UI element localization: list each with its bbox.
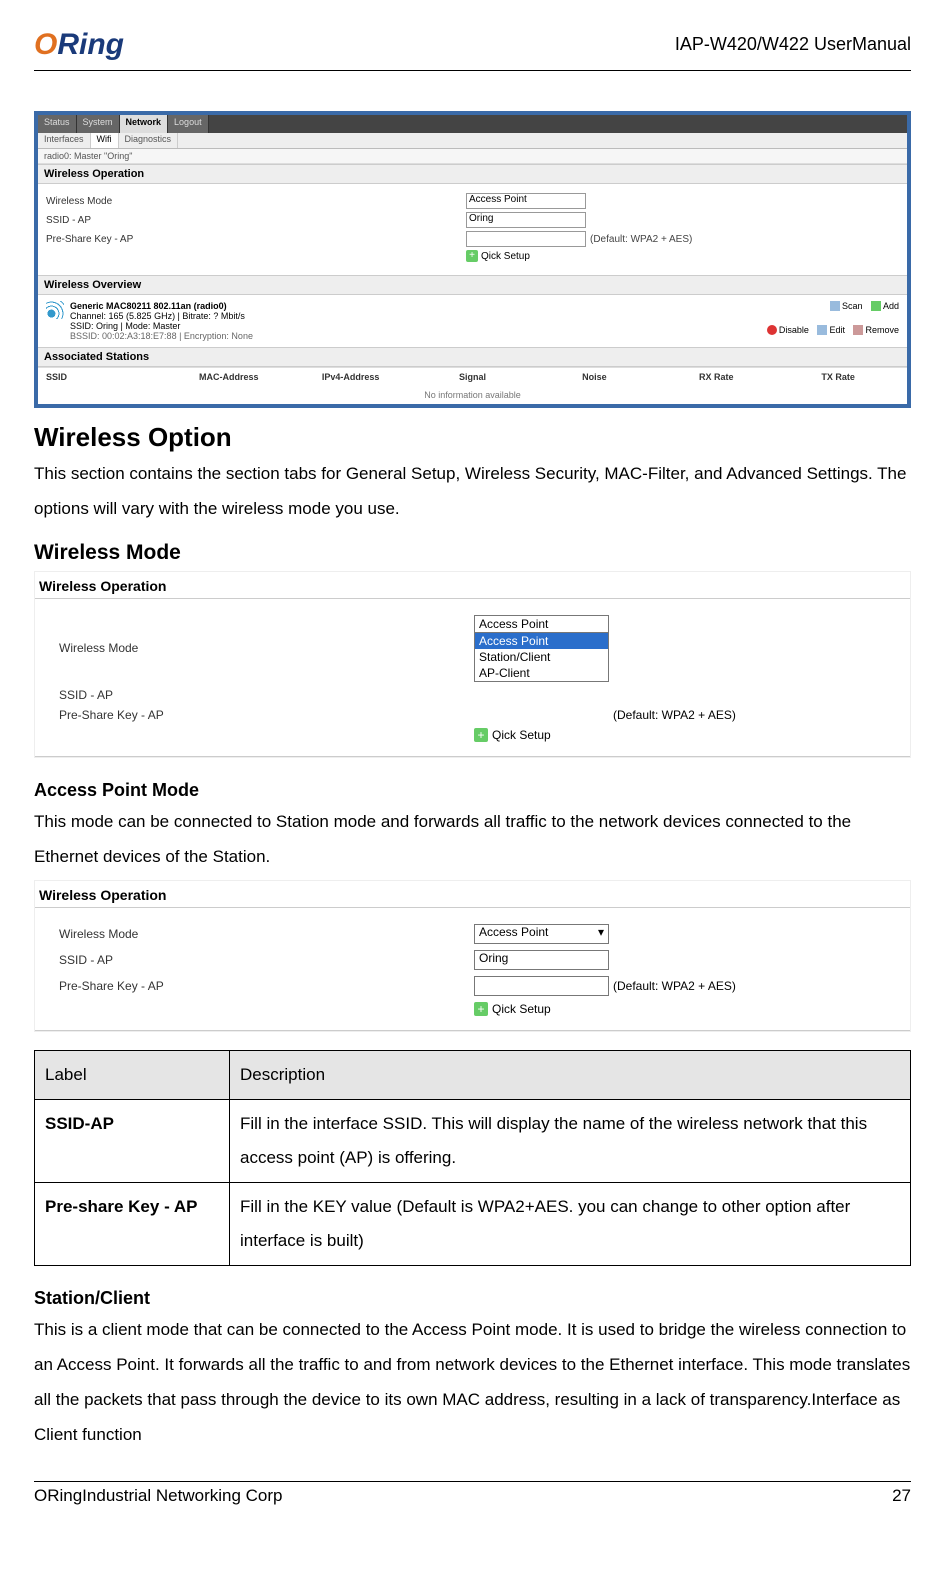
lbl-wireless-mode: Wireless Mode — [46, 196, 466, 207]
section-wireless-operation: Wireless Operation — [38, 164, 907, 184]
opt-ap-client[interactable]: AP-Client — [475, 665, 608, 681]
stations-table-header: SSID MAC-Address IPv4-Address Signal Noi… — [38, 367, 907, 386]
plus-icon: + — [466, 250, 478, 262]
cell-desc: Fill in the interface SSID. This will di… — [230, 1100, 911, 1183]
table-row: Pre-share Key - AP Fill in the KEY value… — [35, 1183, 911, 1266]
hint-psk: (Default: WPA2 + AES) — [613, 708, 736, 722]
chevron-down-icon: ▾ — [598, 925, 604, 939]
no-info-msg: No information available — [38, 386, 907, 404]
subtab-diagnostics[interactable]: Diagnostics — [119, 133, 179, 148]
scan-button[interactable]: Scan — [830, 301, 863, 311]
logo: ORing — [34, 28, 124, 62]
opt-access-point[interactable]: Access Point — [475, 633, 608, 649]
lbl-wireless-mode: Wireless Mode — [59, 641, 474, 655]
lbl-psk-ap: Pre-Share Key - AP — [59, 979, 474, 993]
screenshot-ap-mode: Wireless Operation Wireless Mode Access … — [34, 880, 911, 1032]
disable-icon — [767, 325, 777, 335]
scan-icon — [830, 301, 840, 311]
cell-desc: Fill in the KEY value (Default is WPA2+A… — [230, 1183, 911, 1266]
sub-nav: Interfaces Wifi Diagnostics — [38, 133, 907, 149]
sel-wireless-mode[interactable]: Access Point — [466, 193, 586, 209]
edit-button[interactable]: Edit — [817, 325, 845, 335]
doc-title: IAP-W420/W422 UserManual — [675, 34, 911, 55]
tab-system[interactable]: System — [77, 115, 120, 133]
subtab-wifi[interactable]: Wifi — [91, 133, 119, 148]
hint-psk: (Default: WPA2 + AES) — [590, 234, 692, 245]
quick-setup-button[interactable]: +Qick Setup — [466, 250, 530, 262]
plus-icon: + — [474, 1002, 488, 1016]
sel-wireless-mode[interactable]: Access Point ▾ — [474, 924, 609, 944]
th-label: Label — [35, 1051, 230, 1100]
description-table: Label Description SSID-AP Fill in the in… — [34, 1050, 911, 1266]
edit-icon — [817, 325, 827, 335]
section-assoc-stations: Associated Stations — [38, 347, 907, 367]
input-ssid-ap[interactable]: Oring — [466, 212, 586, 228]
para-ap-mode: This mode can be connected to Station mo… — [34, 805, 911, 875]
para-station-client: This is a client mode that can be connec… — [34, 1313, 911, 1452]
input-psk-ap[interactable] — [474, 976, 609, 996]
remove-icon — [853, 325, 863, 335]
hint-psk: (Default: WPA2 + AES) — [613, 979, 736, 993]
add-button[interactable]: Add — [871, 301, 899, 311]
section-wireless-overview: Wireless Overview — [38, 275, 907, 295]
th-description: Description — [230, 1051, 911, 1100]
radio-channel: Channel: 165 (5.825 GHz) | Bitrate: ? Mb… — [70, 311, 245, 321]
heading-wireless-mode: Wireless Mode — [34, 541, 911, 565]
footer-rule — [34, 1481, 911, 1482]
tab-status[interactable]: Status — [38, 115, 77, 133]
heading-wireless-option: Wireless Option — [34, 422, 911, 453]
sel-wireless-mode-open[interactable]: Access Point Access Point Station/Client… — [474, 615, 609, 682]
lbl-wireless-mode: Wireless Mode — [59, 927, 474, 941]
section-title: Wireless Operation — [35, 881, 910, 907]
tab-logout[interactable]: Logout — [168, 115, 209, 133]
para-wireless-option: This section contains the section tabs f… — [34, 457, 911, 527]
breadcrumb: radio0: Master "Oring" — [38, 149, 907, 164]
screenshot-full-ui: Status System Network Logout Interfaces … — [34, 111, 911, 408]
screenshot-mode-dropdown: Wireless Operation Wireless Mode Access … — [34, 571, 911, 758]
quick-setup-button[interactable]: +Qick Setup — [474, 1002, 902, 1016]
lbl-ssid-ap: SSID - AP — [59, 953, 474, 967]
add-icon — [871, 301, 881, 311]
table-row: SSID-AP Fill in the interface SSID. This… — [35, 1100, 911, 1183]
remove-button[interactable]: Remove — [853, 325, 899, 335]
heading-station-client: Station/Client — [34, 1288, 911, 1309]
subtab-interfaces[interactable]: Interfaces — [38, 133, 91, 148]
header-rule — [34, 70, 911, 71]
radio-title: Generic MAC80211 802.11an (radio0) — [70, 301, 245, 311]
tab-network[interactable]: Network — [120, 115, 169, 133]
disable-button[interactable]: Disable — [767, 325, 809, 335]
quick-setup-button[interactable]: +Qick Setup — [474, 728, 902, 742]
lbl-psk-ap: Pre-Share Key - AP — [59, 708, 474, 722]
lbl-psk-ap: Pre-Share Key - AP — [46, 234, 466, 245]
cell-label: Pre-share Key - AP — [35, 1183, 230, 1266]
page-number: 27 — [892, 1486, 911, 1506]
top-nav: Status System Network Logout — [38, 115, 907, 133]
cell-label: SSID-AP — [35, 1100, 230, 1183]
heading-ap-mode: Access Point Mode — [34, 780, 911, 801]
input-psk-ap[interactable] — [466, 231, 586, 247]
opt-station-client[interactable]: Station/Client — [475, 649, 608, 665]
wifi-icon — [46, 301, 64, 319]
input-ssid-ap[interactable]: Oring — [474, 950, 609, 970]
lbl-ssid-ap: SSID - AP — [59, 688, 474, 702]
footer-company: ORingIndustrial Networking Corp — [34, 1486, 283, 1506]
plus-icon: + — [474, 728, 488, 742]
lbl-ssid-ap: SSID - AP — [46, 215, 466, 226]
section-title: Wireless Operation — [35, 572, 910, 598]
